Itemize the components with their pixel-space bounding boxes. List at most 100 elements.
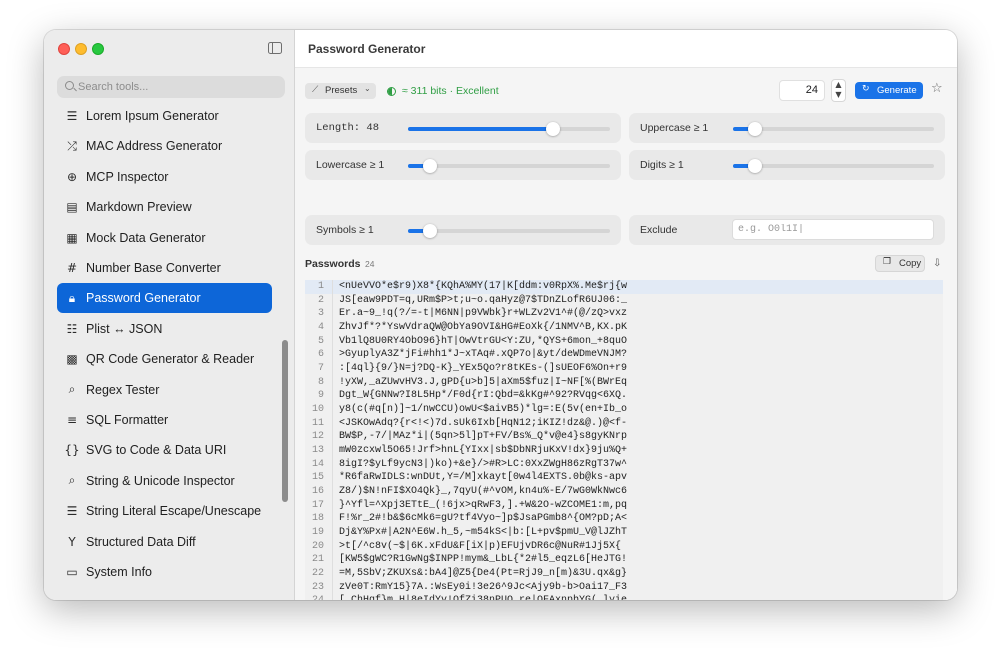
password-line[interactable]: ZhvJf*?*YswVdraQW@ObYa9OVI&HG#EoXk{/1NMV…: [339, 321, 939, 335]
lowercase-slider-knob[interactable]: [423, 159, 438, 173]
password-line[interactable]: }^Yfl=^Xpj3ETtE_(!6jx>qRwF3,].+W&2O-wZCO…: [339, 499, 939, 513]
magnifier-icon: ⌕: [68, 382, 76, 397]
sidebar-scrollbar[interactable]: [282, 340, 288, 502]
password-line[interactable]: >GyuplyA3Z*jFi#hh1*J~xTAq#.xQP7o|&yt/deW…: [339, 348, 939, 362]
line-number: 20: [311, 540, 324, 552]
length-slider[interactable]: [408, 122, 610, 136]
sidebar-item-qr-code-generator-reader[interactable]: ▩ QR Code Generator & Reader: [57, 344, 272, 374]
lowercase-slider[interactable]: [408, 159, 610, 173]
line-number: 12: [311, 431, 324, 443]
copy-button[interactable]: ❐ Copy: [875, 255, 925, 272]
line-number: 22: [311, 568, 324, 580]
password-line[interactable]: [KW5$gWC?R1GwNg$INPP!mym&_LbL{*2#l5_eqzL…: [339, 553, 939, 567]
password-line[interactable]: <JSKOwAdq?{r<!<)7d.sUk6Ixb[HqN12;iKIZ!dz…: [339, 417, 939, 431]
password-line[interactable]: BW$P,-7/|MAz*i|(5qn>5l]pT+FV/Bs%_Q*v@e4}…: [339, 430, 939, 444]
line-number: 9: [317, 390, 324, 402]
password-line[interactable]: Er.a~9_!q(?/=-t|M6NN|p9VWbk}r+WLZv2V1^#(…: [339, 307, 939, 321]
close-window-button[interactable]: [58, 43, 70, 55]
line-number: 5: [317, 335, 324, 347]
line-number: 7: [317, 363, 324, 375]
presets-label: Presets: [325, 85, 358, 96]
favorite-star-icon[interactable]: ☆: [931, 81, 943, 96]
sidebar-item-number-base-converter[interactable]: # Number Base Converter: [57, 253, 272, 283]
sidebar-item-mac-address-generator[interactable]: ⤮ MAC Address Generator: [57, 131, 272, 161]
password-line[interactable]: JS[eaw9PDT=q,URm$P>t;u~o.qaHyz@7$TDnZLof…: [339, 294, 939, 308]
password-line[interactable]: zVe0T:RmY15}7A.:WsEy0i!3e26^9Jc<Ajy9b-b>…: [339, 581, 939, 595]
password-line[interactable]: [_ChHgf}m,H|8eIdYv!OfZi38nPUQ.re|OFAxnpb…: [339, 594, 939, 600]
braces-icon: {}: [64, 443, 80, 458]
sidebar-item-label: Number Base Converter: [86, 261, 221, 275]
digits-slider-knob[interactable]: [748, 159, 763, 173]
count-stepper[interactable]: ▲ ▼: [831, 79, 846, 102]
export-icon[interactable]: ⇩: [933, 258, 941, 269]
lowercase-label: Lowercase ≥ 1: [316, 159, 385, 171]
sidebar-item-plist-json[interactable]: ☷ Plist ↔ JSON: [57, 314, 272, 344]
sidebar-item-label: Password Generator: [86, 291, 201, 306]
line-number: 3: [317, 308, 324, 320]
search-input[interactable]: [78, 79, 278, 95]
password-line[interactable]: Z8/)$N!nFI$XO4Qk}_,7qyU(#^vOM,kn4u%-E/7w…: [339, 485, 939, 499]
uppercase-slider-knob[interactable]: [748, 122, 763, 136]
sidebar-item-mcp-inspector[interactable]: ⊕ MCP Inspector: [57, 162, 272, 192]
sidebar-item-password-generator[interactable]: 🔒︎ Password Generator: [57, 283, 272, 314]
passwords-count: 24: [365, 259, 375, 269]
password-line[interactable]: :[4ql}{9/}N=j?DQ-K}_YEx5Qo?r8tKEs-(]sUEO…: [339, 362, 939, 376]
generate-button[interactable]: ↻ Generate: [855, 82, 923, 99]
zoom-window-button[interactable]: [92, 43, 104, 55]
symbols-slider[interactable]: [408, 224, 610, 238]
password-line[interactable]: F!%r_2#!b&$6cMk6=gU?tf4Vyo~]p$JsaPGmb8^{…: [339, 512, 939, 526]
app-window: ☰ Lorem Ipsum Generator ⤮ MAC Address Gener…: [44, 30, 957, 600]
password-line[interactable]: Vb1lQ8U0RY4ObO96}hT|OwVtrGU<Y:ZU,*QYS+6m…: [339, 335, 939, 349]
sidebar-item-sql-formatter[interactable]: ≡ SQL Formatter: [57, 405, 272, 435]
length-slider-fill: [408, 127, 554, 131]
line-number: 15: [311, 472, 324, 484]
line-number: 11: [311, 417, 324, 429]
presets-menu-button[interactable]: ⟋ Presets ⌄: [305, 83, 376, 99]
chevron-down-icon: ⌄: [364, 84, 371, 93]
sidebar-item-lorem-ipsum-generator[interactable]: ☰ Lorem Ipsum Generator: [57, 101, 272, 131]
sidebar-item-label: QR Code Generator & Reader: [86, 352, 255, 367]
passwords-editor[interactable]: 1 <nUeVVO*e$r9)X8*{KQhA%MY(17|K[ddm:v0RpX…: [305, 280, 943, 600]
password-line[interactable]: >t[/^c8v(~$|6K.xFdU&F[iX|p)EFUjvDR6c@NuR…: [339, 540, 939, 554]
wand-icon: ⟋: [312, 85, 319, 95]
sidebar-item-regex-tester[interactable]: ⌕ Regex Tester: [57, 375, 272, 405]
generate-label: Generate: [877, 85, 917, 96]
password-line[interactable]: !yXW,_aZUwvHV3.J,gPD{u>b]5|aXm5$fuz|I~NF…: [339, 376, 939, 390]
password-line[interactable]: *R6faRwIDLS:wnDUt,Y=/M]xkayt[0w4l4EXTS.0…: [339, 471, 939, 485]
uppercase-slider[interactable]: [733, 122, 934, 136]
password-line[interactable]: 8igI?$yLf9ycN3|)ko)+&e}/>#R>LC:0XxZWgH86…: [339, 458, 939, 472]
password-line[interactable]: y8(c(#q[n)]~1/nwCCU)owU<$aivB5)*lg=:E(5v…: [339, 403, 939, 417]
length-option: Length: 48: [305, 113, 621, 143]
symbols-slider-knob[interactable]: [423, 224, 438, 238]
sidebar-item-label: Plist ↔ JSON: [86, 321, 163, 336]
length-slider-knob[interactable]: [546, 122, 561, 136]
digits-option: Digits ≥ 1: [629, 150, 945, 180]
sidebar-item-string-unicode-inspector[interactable]: ⌕ String & Unicode Inspector: [57, 466, 272, 496]
password-line[interactable]: Dgt_W{GNNw?I8L5Hp*/F0d{rI:Qbd=&kKg#^92?R…: [339, 389, 939, 403]
minimize-window-button[interactable]: [75, 43, 87, 55]
sidebar-item-markdown-preview[interactable]: ▤ Markdown Preview: [57, 192, 272, 222]
password-line[interactable]: <nUeVVO*e$r9)X8*{KQhA%MY(17|K[ddm:v0RpX%…: [339, 280, 939, 294]
titlebar: Password Generator: [295, 30, 957, 68]
sidebar-item-svg-to-code-data-uri[interactable]: {} SVG to Code & Data URI: [57, 435, 272, 465]
passwords-heading: Passwords: [305, 258, 361, 270]
text-lines-icon: ☰: [66, 109, 78, 123]
strength-half-circle-icon: [387, 87, 396, 96]
sidebar-item-label: MCP Inspector: [86, 169, 169, 184]
password-count-field[interactable]: 24: [779, 80, 825, 101]
clipboard-icon: ❐: [883, 257, 892, 267]
password-line[interactable]: =M,5SbV;ZKUXs&:bA4]@Z5{De4(Pt=RjJ9_n[m)&…: [339, 567, 939, 581]
sidebar-item-string-literal-escape-unescape[interactable]: ☰ String Literal Escape/Unescape: [57, 496, 272, 526]
sidebar-toggle-icon[interactable]: [268, 42, 282, 54]
sidebar: ☰ Lorem Ipsum Generator ⤮ MAC Address Gener…: [44, 30, 295, 600]
exclude-input[interactable]: [732, 219, 934, 240]
exclude-label: Exclude: [640, 224, 678, 236]
sidebar-item-mock-data-generator[interactable]: ▦ Mock Data Generator: [57, 223, 272, 253]
password-line[interactable]: mW0zcxwl5O65!Jrf>hnL{YIxx|sb$DbNRjuKxV!d…: [339, 444, 939, 458]
digits-slider[interactable]: [733, 159, 934, 173]
copy-label: Copy: [899, 258, 922, 269]
sidebar-item-structured-data-diff[interactable]: Y Structured Data Diff: [57, 527, 272, 557]
monitor-icon: ▭: [66, 565, 78, 579]
sidebar-item-system-info[interactable]: ▭ System Info: [57, 557, 272, 587]
password-line[interactable]: Dj&Y%Px#|A2N^E6W.h_5,~m54kS<|b:[L+pv$pmU…: [339, 526, 939, 540]
